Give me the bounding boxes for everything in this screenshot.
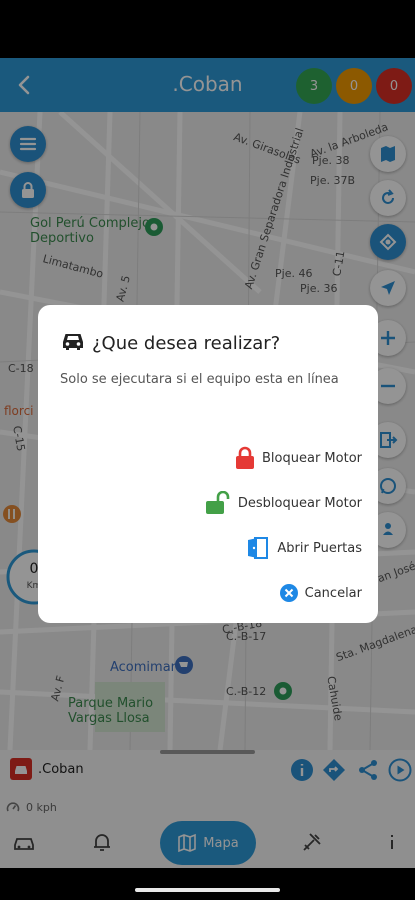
- lock-engine-label: Bloquear Motor: [262, 450, 362, 466]
- cancel-button[interactable]: Cancelar: [279, 583, 362, 603]
- open-doors-label: Abrir Puertas: [277, 540, 362, 556]
- dialog-message: Solo se ejecutara si el equipo esta en l…: [60, 372, 339, 387]
- door-icon: [248, 537, 269, 559]
- car-icon: [63, 334, 83, 350]
- cancel-label: Cancelar: [304, 585, 362, 601]
- unlock-icon: [205, 491, 230, 514]
- unlock-engine-label: Desbloquear Motor: [237, 495, 362, 511]
- lock-icon: [236, 446, 255, 469]
- status-bar: [0, 0, 415, 58]
- dialog-car-icon-wrap: [60, 327, 86, 357]
- action-dialog: ¿Que desea realizar? Solo se ejecutara s…: [38, 305, 378, 623]
- lock-engine-button[interactable]: Bloquear Motor: [234, 446, 362, 470]
- home-indicator[interactable]: [135, 888, 280, 892]
- dialog-title: ¿Que desea realizar?: [92, 333, 281, 354]
- unlock-engine-button[interactable]: Desbloquear Motor: [204, 491, 362, 515]
- cancel-icon: [279, 584, 298, 602]
- open-doors-button[interactable]: Abrir Puertas: [245, 536, 362, 560]
- gesture-bar: [0, 868, 415, 900]
